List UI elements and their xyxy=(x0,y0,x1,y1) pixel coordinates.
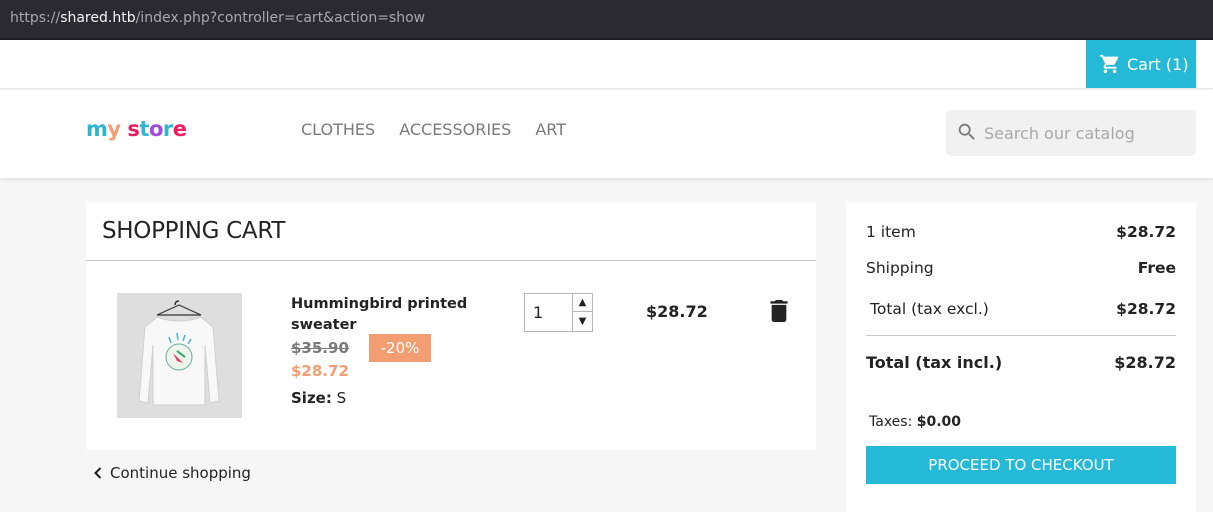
cart-title: SHOPPING CART xyxy=(102,218,286,244)
menu-item-art[interactable]: ART xyxy=(535,120,566,139)
divider xyxy=(86,260,816,261)
summary-shipping-label: Shipping xyxy=(866,259,934,277)
product-image[interactable] xyxy=(117,293,242,418)
logo-letter: r xyxy=(162,117,173,141)
top-nav: Cart (1) xyxy=(0,40,1213,89)
store-logo[interactable]: my store xyxy=(86,117,187,141)
quantity-increase-button[interactable]: ▲ xyxy=(572,294,592,312)
summary-total-incl-value: $28.72 xyxy=(1114,353,1176,372)
chevron-down-icon: ▼ xyxy=(578,316,587,327)
size-label: Size: xyxy=(291,389,332,407)
url-path: /index.php?controller=cart&action=show xyxy=(135,10,426,26)
summary-items-row: 1 item $28.72 xyxy=(866,223,1176,241)
logo-letter: s xyxy=(127,117,140,141)
product-name-link[interactable]: Hummingbird printed sweater xyxy=(291,294,471,336)
quantity-stepper: ▲ ▼ xyxy=(524,293,593,332)
quantity-decrease-button[interactable]: ▼ xyxy=(572,312,592,331)
regular-price: $35.90 xyxy=(291,339,349,357)
logo-letter: o xyxy=(148,117,163,141)
size-value: S xyxy=(336,389,347,407)
menu-item-clothes[interactable]: CLOTHES xyxy=(301,120,375,139)
summary-total-excl-value: $28.72 xyxy=(1116,300,1176,318)
url-host: shared.htb xyxy=(60,10,136,26)
cart-summary: 1 item $28.72 Shipping Free Total (tax e… xyxy=(846,202,1196,512)
main-menu: CLOTHES ACCESSORIES ART xyxy=(301,120,566,139)
menu-item-accessories[interactable]: ACCESSORIES xyxy=(399,120,511,139)
logo-letter: y xyxy=(107,117,121,141)
cart-button-label: Cart (1) xyxy=(1127,54,1189,74)
taxes-label: Taxes: xyxy=(869,414,913,430)
logo-letter: m xyxy=(86,117,108,141)
shopping-cart-icon xyxy=(1099,54,1119,74)
cart-panel: SHOPPING CART Hummingbird printed sweate… xyxy=(86,202,816,450)
sweater-image-icon xyxy=(138,300,220,406)
summary-shipping-row: Shipping Free xyxy=(866,259,1176,277)
chevron-left-icon xyxy=(94,467,102,479)
size-attribute: Size: S xyxy=(291,389,346,407)
continue-shopping-link[interactable]: Continue shopping xyxy=(92,464,251,482)
summary-items-value: $28.72 xyxy=(1116,223,1176,241)
summary-total-excl-row: Total (tax excl.) $28.72 xyxy=(866,300,1176,318)
trash-icon xyxy=(770,300,788,322)
discount-badge: -20% xyxy=(369,334,431,362)
product-price: $28.72 xyxy=(291,362,349,380)
quantity-input[interactable] xyxy=(525,294,572,331)
logo-letter xyxy=(121,117,128,141)
summary-total-incl-row: Total (tax incl.) $28.72 xyxy=(866,353,1176,372)
line-total: $28.72 xyxy=(646,302,708,321)
logo-letter: t xyxy=(139,117,149,141)
site-header: my store CLOTHES ACCESSORIES ART xyxy=(0,90,1213,178)
browser-url-bar[interactable]: https://shared.htb/index.php?controller=… xyxy=(0,0,1213,40)
logo-letter: e xyxy=(172,117,187,141)
url-text[interactable]: https://shared.htb/index.php?controller=… xyxy=(10,10,425,26)
cart-button[interactable]: Cart (1) xyxy=(1086,40,1196,88)
summary-shipping-value: Free xyxy=(1137,259,1176,277)
search-icon[interactable] xyxy=(956,121,978,143)
summary-total-excl-label: Total (tax excl.) xyxy=(870,300,989,318)
summary-total-incl-label: Total (tax incl.) xyxy=(866,353,1003,372)
taxes-value: $0.00 xyxy=(916,414,962,430)
search-input[interactable] xyxy=(984,110,1189,156)
continue-shopping-label: Continue shopping xyxy=(110,464,251,482)
summary-items-label: 1 item xyxy=(866,223,916,241)
url-scheme: https:// xyxy=(10,10,61,26)
proceed-to-checkout-button[interactable]: PROCEED TO CHECKOUT xyxy=(866,446,1176,484)
search-box xyxy=(946,110,1196,156)
chevron-up-icon: ▲ xyxy=(578,297,587,308)
divider xyxy=(866,335,1176,336)
taxes-line: Taxes: $0.00 xyxy=(869,414,961,430)
remove-item-button[interactable] xyxy=(770,300,788,326)
